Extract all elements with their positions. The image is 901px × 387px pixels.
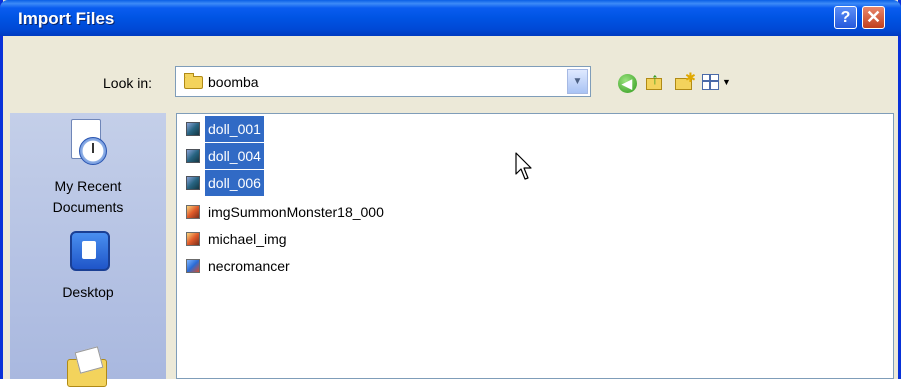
chevron-down-icon[interactable]: ▼ bbox=[567, 69, 588, 94]
folder-icon bbox=[184, 73, 203, 89]
file-name: doll_006 bbox=[205, 170, 264, 196]
look-in-value: boomba bbox=[208, 74, 259, 90]
image-file-icon bbox=[186, 122, 200, 136]
image-file-icon bbox=[186, 205, 200, 219]
back-icon[interactable]: ◀ bbox=[615, 70, 639, 94]
file-name: doll_004 bbox=[205, 143, 264, 169]
new-folder-icon[interactable]: ✱ bbox=[673, 70, 697, 94]
image-file-icon bbox=[186, 259, 200, 273]
image-file-icon bbox=[186, 149, 200, 163]
look-in-dropdown[interactable]: boomba ▼ bbox=[175, 66, 591, 97]
import-files-dialog: Import Files ? ✕ Look in: boomba ▼ ◀ ↑ ✱… bbox=[0, 0, 901, 387]
look-in-label: Look in: bbox=[103, 75, 153, 91]
desktop-icon bbox=[70, 231, 110, 271]
places-item-label: My Recent Documents bbox=[52, 178, 124, 215]
views-menu-icon[interactable]: ▼ bbox=[701, 70, 737, 94]
up-folder-icon[interactable]: ↑ bbox=[644, 70, 668, 94]
file-name: michael_img bbox=[208, 231, 287, 247]
recent-documents-icon bbox=[67, 119, 109, 167]
my-documents-icon[interactable] bbox=[67, 346, 109, 387]
places-item-label: Desktop bbox=[62, 284, 114, 300]
file-list[interactable]: doll_001 doll_004 doll_006 imgSummonMons… bbox=[176, 113, 894, 379]
file-name: necromancer bbox=[208, 258, 290, 274]
file-name: imgSummonMonster18_000 bbox=[208, 204, 384, 220]
title-bar[interactable]: Import Files ? ✕ bbox=[0, 0, 901, 36]
close-button[interactable]: ✕ bbox=[862, 6, 885, 29]
help-button[interactable]: ? bbox=[834, 6, 857, 29]
image-file-icon bbox=[186, 232, 200, 246]
file-name: doll_001 bbox=[205, 116, 264, 142]
mouse-pointer-icon bbox=[515, 152, 532, 180]
places-bar: My Recent Documents Desktop bbox=[10, 113, 166, 387]
dialog-title: Import Files bbox=[18, 9, 115, 28]
image-file-icon bbox=[186, 176, 200, 190]
